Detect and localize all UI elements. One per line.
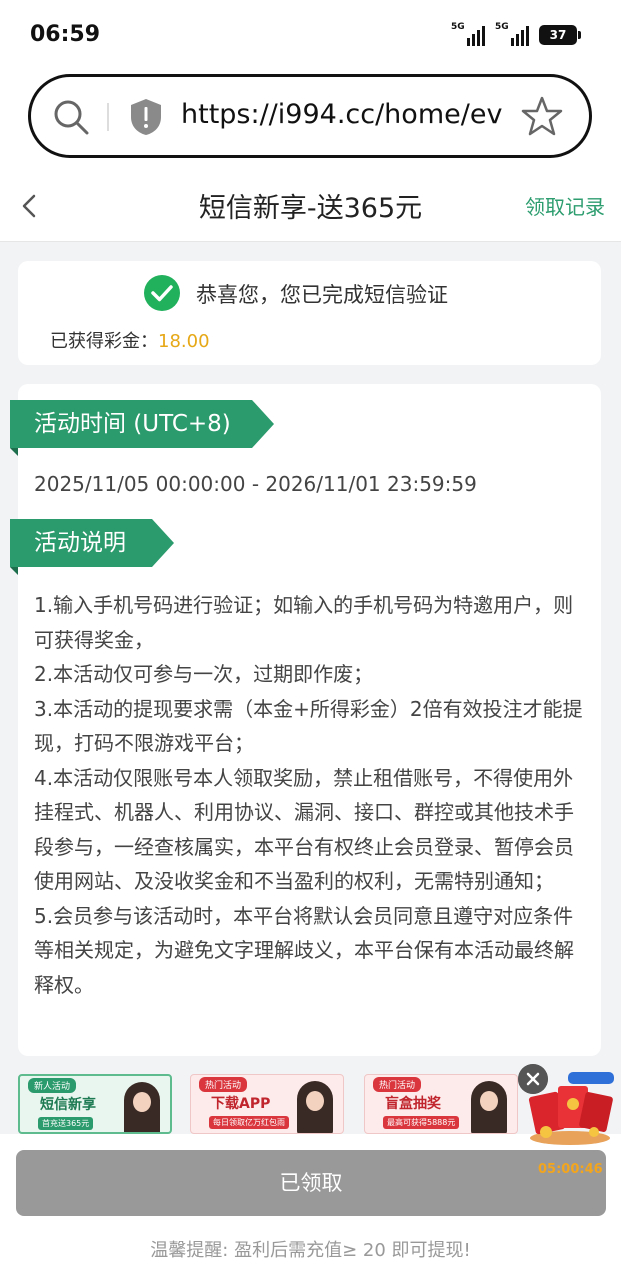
banner-title: 短信新享 — [40, 1097, 96, 1113]
rule-item: 5.会员参与该活动时，本平台将默认会员同意且遵守对应条件等相关规定，为避免文字理… — [34, 903, 574, 997]
promo-banner-app[interactable]: 热门活动 下载APP 每日领取亿万红包雨 — [190, 1074, 344, 1134]
status-time: 06:59 — [30, 22, 101, 47]
status-bar: 06:59 5G 5G 37 — [0, 0, 621, 72]
verification-card: 恭喜您，您已完成短信验证 已获得彩金：18.00 — [18, 261, 601, 365]
activity-time-range: 2025/11/05 00:00:00 - 2026/11/01 23:59:5… — [34, 472, 477, 496]
verification-message: 恭喜您，您已完成短信验证 — [196, 283, 448, 307]
banner-subtitle: 每日领取亿万红包雨 — [209, 1116, 289, 1129]
search-icon[interactable] — [51, 97, 91, 137]
banner-subtitle: 最高可获得5888元 — [383, 1116, 460, 1129]
shield-icon[interactable] — [127, 97, 165, 137]
activity-rules: 1.输入手机号码进行验证；如输入的手机号码为特邀用户，则可获得奖金， 2.本活动… — [34, 588, 592, 1002]
address-bar[interactable]: https://i994.cc/home/ev... — [28, 74, 592, 158]
withdraw-tip: 温馨提醒: 盈利后需充值≥ 20 即可提现! — [150, 1240, 471, 1261]
claim-records-link[interactable]: 领取记录 — [525, 191, 605, 220]
rule-item: 3.本活动的提现要求需（本金+所得彩金）2倍有效投注才能提现，打码不限游戏平台； — [34, 696, 583, 756]
banner-subtitle: 首充送365元 — [38, 1117, 94, 1130]
page-header: 短信新享-送365元 领取记录 — [0, 170, 621, 242]
bonus-value: 18.00 — [158, 331, 210, 352]
divider — [107, 103, 109, 131]
bonus-row: 已获得彩金：18.00 — [50, 327, 210, 353]
promo-banner-blindbox[interactable]: 热门活动 盲盒抽奖 最高可获得5888元 — [364, 1074, 518, 1134]
banner-tag: 热门活动 — [373, 1077, 422, 1092]
star-icon[interactable] — [521, 95, 563, 137]
banner-model-image — [124, 1082, 160, 1132]
claimed-button[interactable]: 已领取 — [16, 1150, 606, 1216]
browser-toolbar: https://i994.cc/home/ev... — [0, 72, 621, 170]
rule-item: 1.输入手机号码进行验证；如输入的手机号码为特邀用户，则可获得奖金， — [34, 593, 574, 652]
banner-model-image — [297, 1081, 333, 1133]
battery-icon: 37 — [539, 25, 581, 45]
activity-card: 活动时间 (UTC+8) 2025/11/05 00:00:00 - 2026/… — [10, 384, 601, 1056]
activity-time-heading: 活动时间 (UTC+8) — [10, 400, 274, 456]
banner-tag: 新人活动 — [28, 1078, 77, 1093]
signal-icon: 5G — [495, 22, 529, 46]
activity-description-heading: 活动说明 — [10, 519, 174, 575]
bonus-label: 已获得彩金： — [50, 331, 158, 352]
promo-countdown: 05:00:46 — [538, 1162, 603, 1177]
banner-title: 盲盒抽奖 — [385, 1096, 441, 1112]
signal-icon: 5G — [451, 22, 485, 46]
banner-model-image — [471, 1081, 507, 1133]
banner-title: 下载APP — [211, 1096, 271, 1112]
status-icons: 5G 5G 37 — [451, 22, 581, 46]
rule-item: 2.本活动仅可参与一次，过期即作废； — [34, 662, 374, 686]
check-circle-icon — [144, 275, 180, 311]
banner-tag: 热门活动 — [199, 1077, 248, 1092]
url-text[interactable]: https://i994.cc/home/ev... — [181, 99, 503, 130]
rule-item: 4.本活动仅限账号本人领取奖励，禁止租借账号，不得使用外挂程式、机器人、利用协议… — [34, 765, 574, 894]
bottom-action-bar: 已领取 温馨提醒: 盈利后需充值≥ 20 即可提现! — [0, 1134, 621, 1280]
close-icon[interactable] — [518, 1064, 548, 1094]
promo-banner-sms[interactable]: 新人活动 短信新享 首充送365元 — [18, 1074, 172, 1134]
